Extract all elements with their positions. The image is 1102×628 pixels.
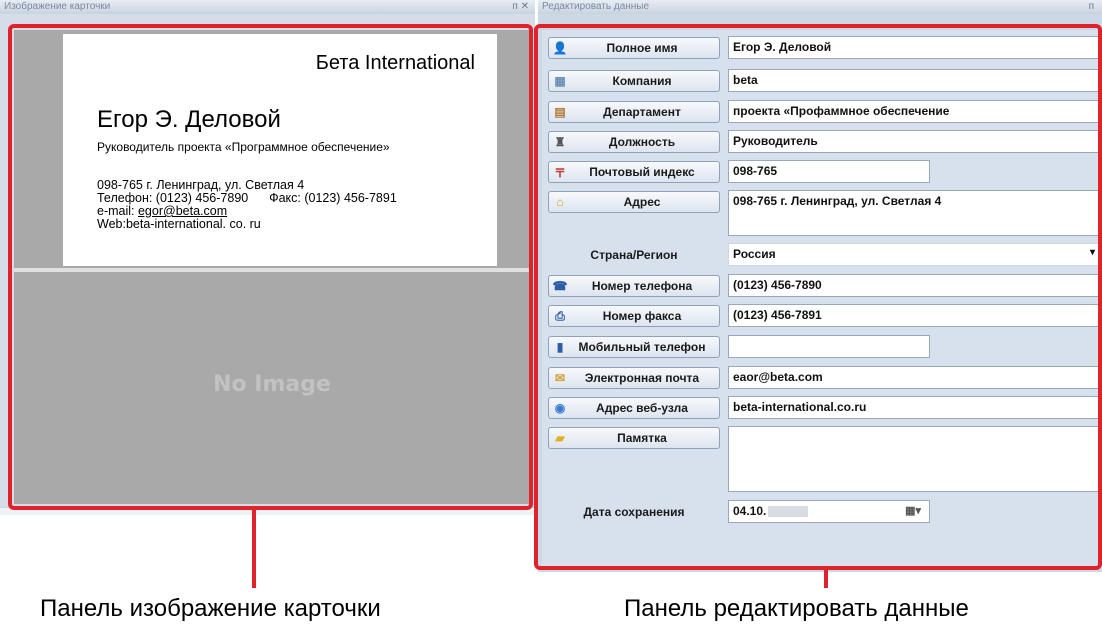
card-image-pane-title: Изображение карточки	[4, 1, 111, 12]
edit-data-pane-titlebar: Редактировать данные ᴨ	[538, 0, 1102, 14]
card-image-pane-controls[interactable]: ᴨ ✕	[512, 0, 529, 14]
left-caption: Панель изображение карточки	[40, 595, 381, 622]
edit-data-highlight-frame	[534, 24, 1102, 570]
card-image-pane-titlebar: Изображение карточки ᴨ ✕	[0, 0, 535, 14]
right-caption: Панель редактировать данные	[624, 595, 969, 622]
edit-data-pane-controls[interactable]: ᴨ	[1089, 0, 1094, 14]
edit-data-pane-title: Редактировать данные	[542, 1, 650, 12]
left-callout-line	[252, 510, 256, 588]
card-image-highlight-frame	[8, 24, 533, 510]
right-callout-line	[824, 570, 828, 588]
